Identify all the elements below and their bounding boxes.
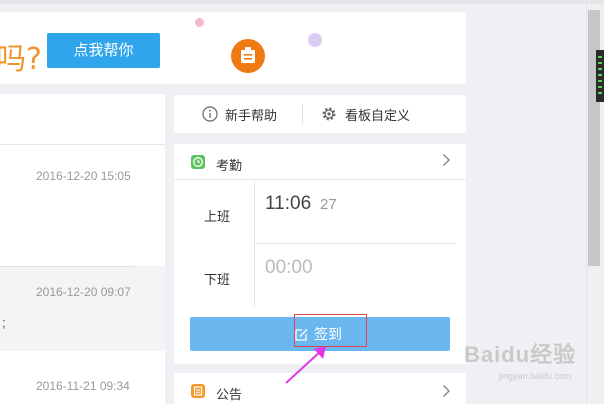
clock-in-seconds: 27	[320, 196, 337, 213]
watermark-main: Baidu经验	[464, 342, 577, 367]
clock-in-label: 上班	[204, 209, 231, 224]
customize-board-link[interactable]: 看板自定义	[320, 95, 410, 133]
list-item-text: ;	[2, 315, 6, 330]
list-item-time: 2016-12-20 15:05	[36, 169, 131, 183]
decorative-dot	[308, 33, 322, 47]
banner-text: 吗?	[0, 42, 42, 77]
divider	[254, 243, 456, 244]
pointer-arrow-icon	[285, 346, 326, 384]
chevron-right-icon[interactable]	[442, 384, 451, 401]
clock-out-label: 下班	[204, 272, 231, 287]
baidu-watermark: Baidu经验 jingyan.baidu.com	[464, 337, 584, 389]
gear-icon	[322, 107, 336, 121]
notice-title: 公告	[216, 387, 243, 402]
attendance-title: 考勤	[216, 158, 243, 173]
attendance-card-header[interactable]: 考勤	[174, 144, 466, 180]
divider	[0, 266, 135, 267]
level-meter	[596, 50, 604, 102]
message-board-icon[interactable]	[231, 39, 265, 73]
chevron-right-icon[interactable]	[442, 153, 451, 170]
scrollbar-thumb[interactable]	[588, 10, 600, 266]
beginner-help-link[interactable]: 新手帮助	[202, 95, 277, 133]
message-list-panel: 2016-12-20 15:05 2016-12-20 09:07 ; 2016…	[0, 94, 165, 404]
list-item-time: 2016-11-21 09:34	[36, 379, 130, 393]
clock-out-time: 00:00	[265, 257, 313, 278]
attendance-card: 考勤 上班 11:06 27 下班 00:00 签到	[174, 144, 466, 364]
clock-in-time: 11:06	[265, 193, 312, 214]
list-item-time: 2016-12-20 09:07	[36, 285, 131, 299]
list-item-highlighted[interactable]	[0, 266, 165, 351]
divider	[302, 104, 303, 124]
dashboard-toolbar: 新手帮助 看板自定义	[174, 95, 466, 133]
help-me-button[interactable]: 点我帮你	[47, 33, 160, 68]
top-strip	[0, 0, 604, 4]
help-banner: 吗? 点我帮你	[0, 12, 466, 84]
beginner-help-label: 新手帮助	[225, 107, 278, 123]
divider	[254, 181, 255, 307]
info-icon	[202, 106, 218, 122]
watermark-sub: jingyan.baidu.com	[499, 371, 572, 381]
clock-icon	[191, 155, 205, 169]
decorative-dot	[195, 18, 204, 27]
notice-icon	[191, 384, 205, 398]
customize-board-label: 看板自定义	[345, 107, 411, 123]
divider	[0, 144, 165, 145]
